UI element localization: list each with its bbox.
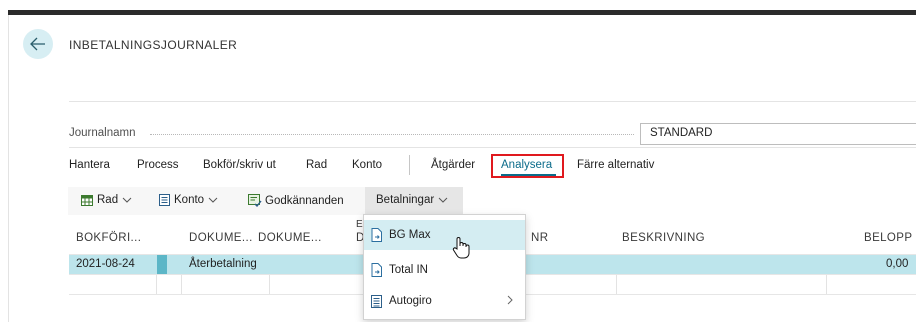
- document-arrow-icon: [371, 228, 383, 242]
- annotation-highlight-box: [491, 154, 564, 178]
- column-divider: [156, 275, 157, 294]
- window-top-border: [8, 10, 916, 15]
- column-header-nr[interactable]: NR: [531, 232, 548, 244]
- table-icon: [81, 194, 93, 206]
- nav-konto[interactable]: Konto: [352, 159, 382, 171]
- chevron-down-icon: [438, 197, 448, 203]
- ledger-icon: [159, 194, 170, 206]
- cell-date[interactable]: 2021-08-24: [76, 258, 135, 270]
- cell-amount[interactable]: 0,00: [886, 258, 908, 270]
- window-left-edge: [8, 15, 9, 322]
- column-header-bokforingsdatum[interactable]: BOKFÖRI...: [76, 232, 141, 244]
- konto-label: Konto: [174, 194, 205, 206]
- menu-item-total-in[interactable]: Total IN: [364, 255, 525, 285]
- journal-name-input[interactable]: STANDARD: [640, 123, 916, 145]
- nav-process[interactable]: Process: [137, 159, 179, 171]
- column-divider: [616, 275, 617, 294]
- menu-item-autogiro[interactable]: Autogiro: [364, 286, 525, 316]
- rad-dropdown-button[interactable]: Rad: [81, 194, 132, 206]
- betalningar-label: Betalningar: [376, 194, 435, 206]
- nav-rad[interactable]: Rad: [306, 159, 327, 171]
- journal-name-label: Journalnamn: [69, 127, 136, 139]
- column-header-belopp[interactable]: BELOPP: [864, 232, 912, 244]
- menu-item-label: Total IN: [389, 264, 428, 276]
- document-arrow-icon: [371, 263, 383, 277]
- column-divider: [269, 275, 270, 294]
- journal-name-leader: [150, 134, 634, 135]
- arrow-left-icon: [30, 37, 46, 51]
- header-separator: [69, 101, 916, 102]
- godkannanden-label: Godkännanden: [265, 194, 344, 207]
- nav-bokfor-skriv-ut[interactable]: Bokför/skriv ut: [203, 159, 276, 171]
- column-header-dokumentnr[interactable]: DOKUME...: [258, 232, 322, 244]
- column-divider: [181, 275, 182, 294]
- list-doc-icon: [371, 294, 383, 308]
- field-separator: [69, 147, 916, 148]
- approval-icon: [248, 194, 262, 207]
- konto-dropdown-button[interactable]: Konto: [159, 194, 218, 206]
- godkannanden-button[interactable]: Godkännanden: [248, 194, 344, 207]
- nav-farre-alternativ[interactable]: Färre alternativ: [577, 159, 654, 171]
- chevron-down-icon: [122, 197, 132, 203]
- menu-item-label: Autogiro: [389, 295, 432, 307]
- chevron-down-icon: [208, 197, 218, 203]
- back-button[interactable]: [23, 29, 53, 59]
- menu-item-label: BG Max: [389, 229, 431, 241]
- betalningar-dropdown-button[interactable]: Betalningar: [376, 194, 448, 206]
- betalningar-dropdown-menu: BG Max Total IN Autogiro: [363, 214, 526, 320]
- page-title: INBETALNINGSJOURNALER: [69, 38, 238, 52]
- column-header-beskrivning[interactable]: BESKRIVNING: [622, 232, 705, 244]
- nav-hantera[interactable]: Hantera: [69, 159, 110, 171]
- cell-doc-type[interactable]: Återbetalning: [189, 258, 257, 270]
- nav-atgarder[interactable]: Åtgärder: [431, 159, 475, 171]
- row-selection-marker: [157, 255, 167, 274]
- column-divider: [826, 275, 827, 294]
- menu-item-bg-max[interactable]: BG Max: [364, 220, 525, 250]
- nav-divider: [409, 155, 410, 175]
- rad-label: Rad: [97, 194, 119, 206]
- chevron-right-icon: [507, 295, 513, 305]
- column-header-dokumenttyp[interactable]: DOKUME...: [189, 232, 253, 244]
- hand-cursor-icon: [451, 236, 471, 260]
